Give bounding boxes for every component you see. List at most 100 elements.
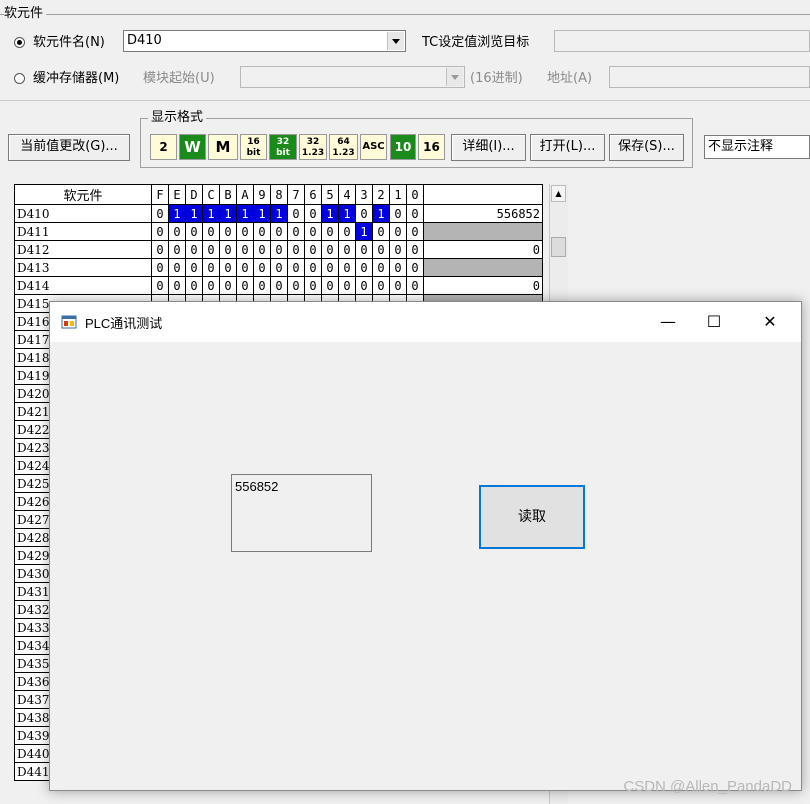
- bit-cell[interactable]: 0: [270, 222, 288, 241]
- bit-cell[interactable]: 0: [355, 240, 373, 259]
- bit-cell[interactable]: 0: [253, 222, 271, 241]
- bit-cell[interactable]: 0: [185, 258, 203, 277]
- bit-cell[interactable]: 0: [321, 240, 339, 259]
- detail-button[interactable]: 详细(I)...: [451, 134, 526, 161]
- bit-cell[interactable]: 0: [236, 222, 254, 241]
- bit-cell[interactable]: 0: [304, 276, 322, 295]
- bit-cell[interactable]: 0: [389, 258, 407, 277]
- value-cell[interactable]: [423, 258, 543, 277]
- chevron-down-icon[interactable]: [387, 32, 404, 50]
- value-cell[interactable]: 556852: [423, 204, 543, 223]
- result-textbox[interactable]: 556852: [231, 474, 372, 552]
- bit-cell[interactable]: 0: [151, 222, 169, 241]
- device-cell[interactable]: D410: [14, 204, 152, 223]
- bit-cell[interactable]: 0: [321, 258, 339, 277]
- bit-cell[interactable]: 0: [338, 258, 356, 277]
- bit-cell[interactable]: 0: [287, 222, 305, 241]
- bit-cell[interactable]: 0: [372, 258, 390, 277]
- bit-cell[interactable]: 1: [321, 204, 339, 223]
- bit-cell[interactable]: 1: [185, 204, 203, 223]
- bit-cell[interactable]: 1: [168, 204, 186, 223]
- bit-cell[interactable]: 0: [389, 222, 407, 241]
- bit-cell[interactable]: 0: [151, 240, 169, 259]
- bit-cell[interactable]: 0: [219, 222, 237, 241]
- table-row[interactable]: D412 0 0 0 0 0 0 0 0 0 0 0 0 0 0 0 0 0: [14, 240, 543, 259]
- bit-cell[interactable]: 1: [219, 204, 237, 223]
- bit-cell[interactable]: 0: [219, 276, 237, 295]
- bit-cell[interactable]: 0: [219, 258, 237, 277]
- bit-cell[interactable]: 0: [185, 222, 203, 241]
- bit-cell[interactable]: 1: [270, 204, 288, 223]
- bit-cell[interactable]: 0: [168, 276, 186, 295]
- bit-cell[interactable]: 0: [304, 222, 322, 241]
- bit-cell[interactable]: 0: [355, 276, 373, 295]
- bit-cell[interactable]: 0: [321, 276, 339, 295]
- minimize-icon[interactable]: —: [645, 302, 691, 342]
- bit-cell[interactable]: 0: [304, 240, 322, 259]
- bit-cell[interactable]: 1: [355, 222, 373, 241]
- value-cell[interactable]: [423, 222, 543, 241]
- bit-cell[interactable]: 0: [151, 204, 169, 223]
- bit-cell[interactable]: 0: [389, 240, 407, 259]
- bit-cell[interactable]: 0: [406, 258, 424, 277]
- bit-cell[interactable]: 1: [372, 204, 390, 223]
- save-button[interactable]: 保存(S)...: [609, 134, 684, 161]
- bit-cell[interactable]: 0: [287, 258, 305, 277]
- bit-cell[interactable]: 0: [253, 240, 271, 259]
- value-cell[interactable]: 0: [423, 276, 543, 295]
- bit-cell[interactable]: 0: [202, 222, 220, 241]
- table-row[interactable]: D410 0 1 1 1 1 1 1 1 0 0 1 1 0 1 0 0 556852: [14, 204, 543, 223]
- format-word-button[interactable]: W: [179, 134, 206, 160]
- bit-cell[interactable]: 0: [355, 258, 373, 277]
- bit-cell[interactable]: 1: [202, 204, 220, 223]
- bit-cell[interactable]: 0: [372, 240, 390, 259]
- format-16bit-button[interactable]: 16 bit: [240, 134, 267, 160]
- bit-cell[interactable]: 0: [287, 240, 305, 259]
- device-cell[interactable]: D414: [14, 276, 152, 295]
- bit-cell[interactable]: 0: [253, 258, 271, 277]
- device-name-combo[interactable]: D410: [123, 30, 406, 52]
- device-cell[interactable]: D411: [14, 222, 152, 241]
- bit-cell[interactable]: 1: [338, 204, 356, 223]
- format-ascii-button[interactable]: ASC: [360, 134, 387, 160]
- bit-cell[interactable]: 0: [168, 222, 186, 241]
- bit-cell[interactable]: 0: [151, 276, 169, 295]
- bit-cell[interactable]: 0: [219, 240, 237, 259]
- format-64-float-button[interactable]: 64 1.23: [329, 134, 358, 160]
- bit-cell[interactable]: 0: [202, 240, 220, 259]
- bit-cell[interactable]: 0: [406, 240, 424, 259]
- device-name-radio[interactable]: [14, 37, 25, 48]
- bit-cell[interactable]: 0: [287, 204, 305, 223]
- bit-cell[interactable]: 0: [304, 258, 322, 277]
- buffer-memory-radio[interactable]: [14, 73, 25, 84]
- table-row[interactable]: D411 0 0 0 0 0 0 0 0 0 0 0 0 1 0 0 0: [14, 222, 543, 241]
- bit-cell[interactable]: 0: [372, 276, 390, 295]
- bit-cell[interactable]: 0: [304, 204, 322, 223]
- scroll-thumb[interactable]: [551, 237, 566, 257]
- bit-cell[interactable]: 0: [321, 222, 339, 241]
- format-decimal-button[interactable]: 10: [390, 134, 416, 160]
- format-32-float-button[interactable]: 32 1.23: [299, 134, 327, 160]
- bit-cell[interactable]: 0: [236, 258, 254, 277]
- bit-cell[interactable]: 0: [168, 240, 186, 259]
- change-current-value-button[interactable]: 当前值更改(G)...: [8, 134, 130, 161]
- bit-cell[interactable]: 0: [270, 276, 288, 295]
- format-hex-button[interactable]: 16: [418, 134, 445, 160]
- bit-cell[interactable]: 0: [287, 276, 305, 295]
- bit-cell[interactable]: 0: [270, 240, 288, 259]
- chevron-down-icon[interactable]: [446, 68, 463, 86]
- address-field[interactable]: [609, 66, 810, 88]
- bit-cell[interactable]: 0: [338, 276, 356, 295]
- bit-cell[interactable]: 0: [406, 276, 424, 295]
- maximize-icon[interactable]: ☐: [691, 302, 737, 342]
- bit-cell[interactable]: 0: [270, 258, 288, 277]
- bit-cell[interactable]: 0: [236, 240, 254, 259]
- read-button[interactable]: 读取: [479, 485, 585, 549]
- value-cell[interactable]: 0: [423, 240, 543, 259]
- bit-cell[interactable]: 0: [355, 204, 373, 223]
- format-multi-button[interactable]: M: [208, 134, 238, 160]
- bit-cell[interactable]: 0: [389, 276, 407, 295]
- module-start-combo[interactable]: [240, 66, 465, 88]
- bit-cell[interactable]: 0: [202, 276, 220, 295]
- table-row[interactable]: D413 0 0 0 0 0 0 0 0 0 0 0 0 0 0 0 0: [14, 258, 543, 277]
